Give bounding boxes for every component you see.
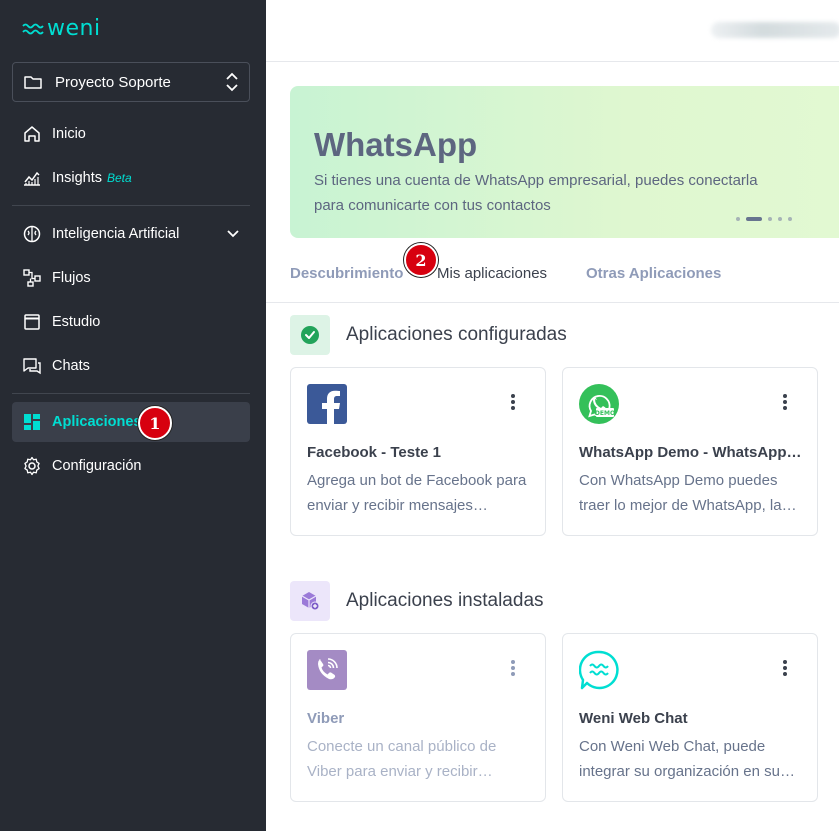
sidebar-item-estudio[interactable]: Estudio bbox=[12, 302, 250, 342]
sidebar-item-flujos[interactable]: Flujos bbox=[12, 258, 250, 298]
section-configured-header: Aplicaciones configuradas bbox=[290, 315, 567, 355]
sidebar-item-inteligencia-artificial[interactable]: Inteligencia Artificial bbox=[12, 214, 250, 254]
package-icon bbox=[290, 581, 330, 621]
carousel-dot[interactable] bbox=[778, 217, 782, 221]
more-vertical-icon[interactable] bbox=[783, 394, 787, 410]
apps-icon bbox=[22, 412, 42, 432]
gear-icon bbox=[22, 456, 42, 476]
carousel-dot[interactable] bbox=[788, 217, 792, 221]
sidebar-item-label-wrap: Insights Beta bbox=[52, 170, 240, 186]
whatsapp-demo-icon: DEMO bbox=[579, 384, 619, 424]
app-name: Viber bbox=[307, 710, 345, 727]
home-icon bbox=[22, 124, 42, 144]
sidebar-item-configuracion[interactable]: Configuración bbox=[12, 446, 250, 486]
sidebar-item-label: Inteligencia Artificial bbox=[52, 226, 180, 242]
check-circle-icon bbox=[290, 315, 330, 355]
app-card-viber[interactable]: Viber Conecte un canal público de Viber … bbox=[290, 633, 546, 802]
carousel-dot[interactable] bbox=[768, 217, 772, 221]
app-description: Con WhatsApp Demo puedes traer lo mejor … bbox=[579, 472, 782, 514]
sidebar-item-insights[interactable]: Insights Beta bbox=[12, 158, 250, 198]
project-name: Proyecto Soporte bbox=[55, 73, 171, 91]
sidebar-item-label: Chats bbox=[52, 358, 90, 374]
project-selector[interactable]: Proyecto Soporte bbox=[12, 62, 250, 102]
sidebar-item-label: Insights bbox=[52, 170, 102, 186]
app-name: Facebook - Teste 1 bbox=[307, 444, 441, 461]
section-title: Aplicaciones instaladas bbox=[346, 590, 544, 611]
more-vertical-icon[interactable] bbox=[511, 394, 515, 410]
top-bar bbox=[266, 0, 839, 62]
featured-banner[interactable]: WhatsApp Si tienes una cuenta de WhatsAp… bbox=[290, 86, 839, 238]
weni-waves-icon bbox=[22, 23, 44, 35]
more-vertical-icon[interactable] bbox=[511, 660, 515, 676]
app-description: Agrega un bot de Facebook para enviar y … bbox=[307, 472, 527, 514]
demo-label: DEMO bbox=[595, 410, 615, 417]
sidebar-item-label: Inicio bbox=[52, 126, 86, 142]
weni-logo[interactable]: weni bbox=[22, 18, 101, 40]
flow-icon bbox=[22, 268, 42, 288]
sidebar-divider bbox=[12, 205, 250, 206]
chat-icon bbox=[22, 356, 42, 376]
carousel-dots bbox=[736, 217, 792, 221]
annotation-badge-1: 1 bbox=[138, 406, 172, 440]
window-icon bbox=[22, 312, 42, 332]
folder-icon bbox=[24, 76, 42, 89]
chart-icon bbox=[22, 168, 42, 188]
tab-otras-aplicaciones[interactable]: Otras Aplicaciones bbox=[586, 265, 721, 282]
chevron-up-down-icon bbox=[226, 72, 238, 92]
more-vertical-icon[interactable] bbox=[783, 660, 787, 676]
sidebar-item-label: Configuración bbox=[52, 458, 142, 474]
app-name: WhatsApp Demo - WhatsApp Demo bbox=[579, 444, 803, 461]
sidebar-item-chats[interactable]: Chats bbox=[12, 346, 250, 386]
app-card-weni-web-chat[interactable]: Weni Web Chat Con Weni Web Chat, puede i… bbox=[562, 633, 818, 802]
user-info-blurred bbox=[711, 22, 839, 38]
banner-text: Si tienes una cuenta de WhatsApp empresa… bbox=[314, 172, 758, 214]
viber-icon bbox=[307, 650, 347, 690]
sidebar-item-inicio[interactable]: Inicio bbox=[12, 114, 250, 154]
carousel-dot[interactable] bbox=[736, 217, 740, 221]
sidebar-item-label: Flujos bbox=[52, 270, 91, 286]
tab-mis-aplicaciones[interactable]: Mis aplicaciones bbox=[437, 265, 547, 282]
sidebar-item-aplicaciones[interactable]: Aplicaciones bbox=[12, 402, 250, 442]
app-card-whatsapp-demo[interactable]: DEMO WhatsApp Demo - WhatsApp Demo Con W… bbox=[562, 367, 818, 536]
sidebar-divider bbox=[12, 393, 250, 394]
facebook-icon bbox=[307, 384, 347, 424]
chevron-down-icon[interactable] bbox=[226, 229, 240, 239]
sidebar: weni Proyecto Soporte Inicio Insights Bet… bbox=[0, 0, 266, 831]
app-description: Conecte un canal público de Viber para e… bbox=[307, 738, 497, 780]
brain-icon bbox=[22, 224, 42, 244]
app-description: Con Weni Web Chat, puede integrar su org… bbox=[579, 738, 780, 780]
carousel-dot-active[interactable] bbox=[746, 217, 762, 221]
app-card-facebook[interactable]: Facebook - Teste 1 Agrega un bot de Face… bbox=[290, 367, 546, 536]
logo-text: weni bbox=[47, 16, 101, 41]
section-title: Aplicaciones configuradas bbox=[346, 324, 567, 345]
sidebar-item-label: Estudio bbox=[52, 314, 101, 330]
weni-chat-icon bbox=[579, 650, 619, 690]
section-installed-header: Aplicaciones instaladas bbox=[290, 581, 544, 621]
beta-tag: Beta bbox=[106, 171, 132, 185]
tab-descubrimiento[interactable]: Descubrimiento bbox=[290, 265, 403, 282]
app-name: Weni Web Chat bbox=[579, 710, 688, 727]
banner-title: WhatsApp bbox=[314, 126, 478, 163]
tab-bar: Descubrimiento Mis aplicaciones Otras Ap… bbox=[266, 254, 839, 303]
